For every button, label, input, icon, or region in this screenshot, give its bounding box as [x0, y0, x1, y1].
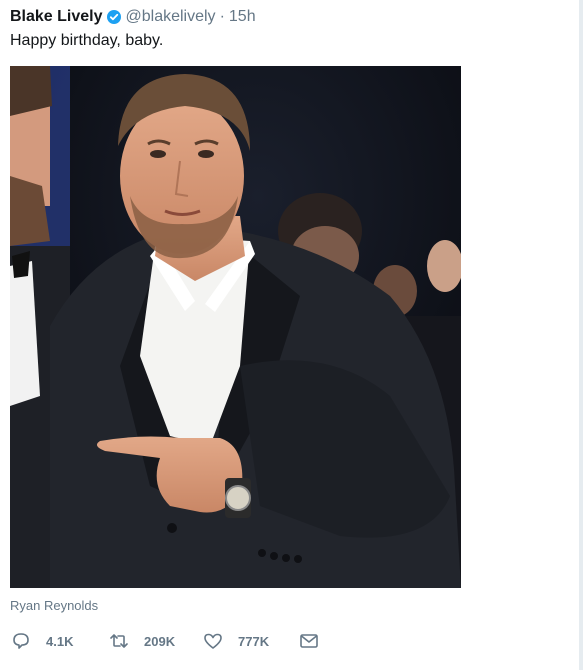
tweet-timestamp[interactable]: 15h: [229, 8, 256, 26]
direct-message-button[interactable]: [298, 630, 320, 652]
tweet-card: Blake Lively @blakelively · 15h Happy bi…: [0, 0, 583, 670]
verified-badge-icon: [106, 10, 121, 24]
author-name[interactable]: Blake Lively: [10, 8, 103, 26]
author-handle[interactable]: @blakelively: [126, 8, 216, 26]
retweet-button[interactable]: 209K: [108, 630, 202, 652]
reply-button[interactable]: 4.1K: [10, 630, 108, 652]
retweet-icon: [108, 630, 130, 652]
tweet-photo[interactable]: [10, 66, 461, 588]
like-count: 777K: [238, 633, 270, 649]
tweet-actions: 4.1K 209K 777K: [10, 630, 320, 652]
reply-icon: [10, 630, 32, 652]
like-button[interactable]: 777K: [202, 630, 298, 652]
page-edge-divider: [579, 0, 583, 670]
heart-icon: [202, 630, 224, 652]
header-separator: ·: [219, 8, 225, 25]
retweet-count: 209K: [144, 633, 176, 649]
tweet-text: Happy birthday, baby.: [10, 32, 164, 49]
envelope-icon: [298, 630, 320, 652]
tweet-header: Blake Lively @blakelively · 15h: [10, 6, 256, 28]
photo-caption[interactable]: Ryan Reynolds: [10, 598, 98, 613]
reply-count: 4.1K: [46, 633, 74, 649]
